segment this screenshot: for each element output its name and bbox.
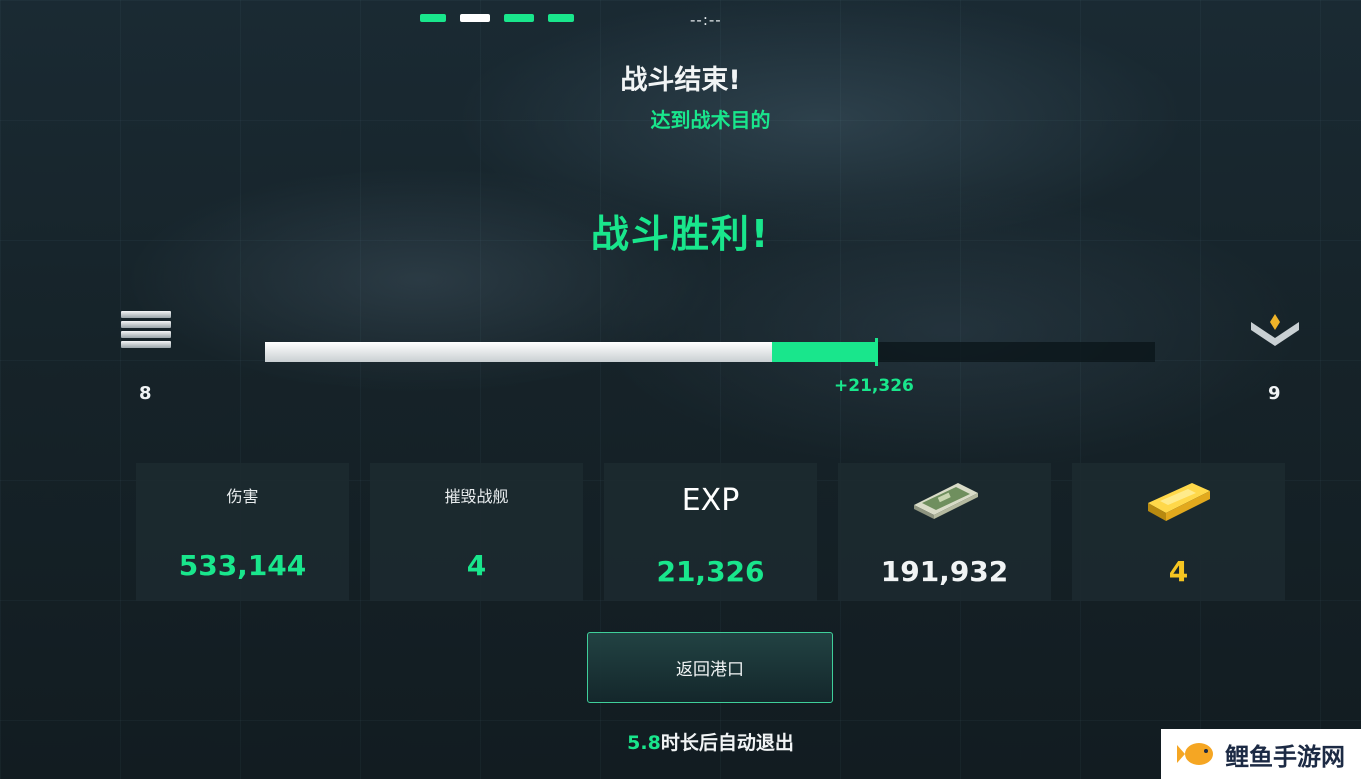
damage-value: 533,144 bbox=[178, 549, 307, 582]
auto-exit-countdown: 5.8时长后自动退出 bbox=[0, 728, 1361, 755]
rank-stripes-icon bbox=[121, 311, 171, 351]
exp-progress-bar bbox=[265, 338, 1155, 366]
ship-indicator-icon bbox=[420, 14, 446, 22]
return-to-port-button[interactable]: 返回港口 bbox=[587, 632, 833, 703]
credits-value: 191,932 bbox=[880, 555, 1009, 588]
exp-value: 21,326 bbox=[656, 555, 765, 588]
match-timer: --:-- bbox=[690, 11, 722, 29]
rank-chevron-icon bbox=[1251, 314, 1299, 346]
ships-destroyed-label: 摧毁战舰 bbox=[444, 487, 509, 506]
watermark-text: 鲤鱼手游网 bbox=[1225, 742, 1345, 771]
exp-label: EXP bbox=[681, 483, 740, 518]
objective-subtitle: 达到战术目的 bbox=[650, 108, 771, 132]
exp-card: EXP 21,326 bbox=[604, 463, 817, 601]
current-level: 8 bbox=[139, 383, 152, 404]
site-watermark: 鲤鱼手游网 bbox=[1161, 729, 1361, 779]
exp-progress-previous bbox=[265, 342, 773, 362]
gold-value: 4 bbox=[1168, 555, 1189, 588]
ships-destroyed-card: 摧毁战舰 4 bbox=[370, 463, 583, 601]
auto-exit-text: 时长后自动退出 bbox=[660, 732, 794, 754]
fish-logo-icon bbox=[1177, 743, 1213, 765]
damage-card: 伤害 533,144 bbox=[136, 463, 349, 601]
exp-gain-label: +21,326 bbox=[834, 376, 914, 396]
next-level: 9 bbox=[1268, 383, 1281, 404]
damage-label: 伤害 bbox=[226, 487, 259, 506]
battle-end-title: 战斗结束! bbox=[620, 65, 741, 96]
credits-card: 191,932 bbox=[838, 463, 1051, 601]
gold-card: 4 bbox=[1072, 463, 1285, 601]
ship-indicator-icon bbox=[504, 14, 534, 22]
gold-bar-icon bbox=[1147, 483, 1210, 521]
cash-icon bbox=[913, 483, 978, 519]
exp-progress-marker bbox=[874, 338, 878, 366]
victory-banner: 战斗胜利! bbox=[590, 212, 771, 256]
exp-progress-gain bbox=[772, 342, 876, 362]
team-indicators bbox=[420, 14, 574, 22]
auto-exit-seconds: 5.8 bbox=[627, 732, 661, 754]
ship-indicator-icon bbox=[548, 14, 574, 22]
ships-destroyed-value: 4 bbox=[466, 549, 487, 582]
ship-indicator-icon bbox=[460, 14, 490, 22]
